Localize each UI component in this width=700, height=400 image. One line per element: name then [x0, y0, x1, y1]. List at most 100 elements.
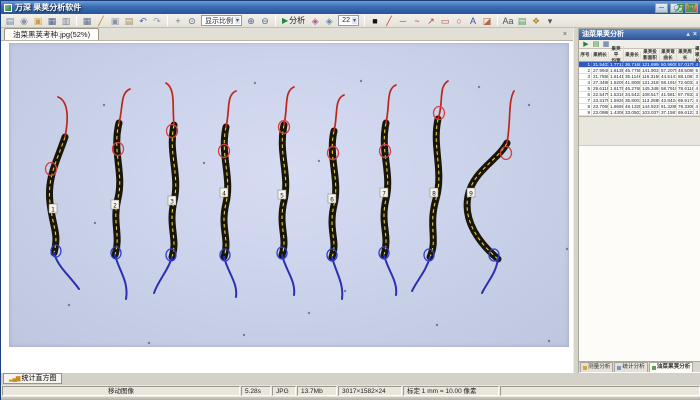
- edit-pen-icon[interactable]: ╱: [94, 15, 108, 27]
- panel-tab-油菜果荚分析[interactable]: 油菜果荚分析: [649, 362, 694, 372]
- font-style-icon[interactable]: Aa: [501, 15, 515, 27]
- copy-icon[interactable]: ▣: [108, 15, 122, 27]
- save-icon[interactable]: ▦: [45, 15, 59, 27]
- pod-label-number: 9: [469, 191, 473, 198]
- font-size-select[interactable]: 22▾: [338, 15, 359, 26]
- pod-beak-trace: [438, 81, 448, 119]
- column-header[interactable]: 果身长: [624, 52, 641, 58]
- table-cell: 27.3488: [592, 80, 609, 85]
- status-format: JPG: [272, 386, 296, 396]
- table-cell: 21.7555: [592, 74, 609, 79]
- table-row[interactable]: 923.09881.430833.0503103.037637.158769.6…: [579, 110, 700, 116]
- dust-speck: [318, 160, 320, 162]
- collapse-icon[interactable]: ▴: [686, 29, 690, 40]
- pod-pedicel-trace: [115, 255, 127, 299]
- analyze-button[interactable]: ▶分析: [279, 15, 308, 27]
- camera-capture-icon[interactable]: ◉: [17, 15, 31, 27]
- pod-beak-trace: [226, 91, 236, 127]
- table-header-row: 序号果柄长果荚平 均宽果身长果荚投 影面积果荚弯 曲长果荚周 长果喙长: [579, 49, 700, 62]
- table-cell: 88.1081: [677, 74, 694, 79]
- more-dropdown-icon[interactable]: ▾: [543, 15, 557, 27]
- dust-speck: [103, 104, 105, 106]
- pod-label-number: 2: [113, 203, 117, 210]
- zoom-ratio-select[interactable]: 显示比例▾: [201, 15, 242, 26]
- palette-icon[interactable]: ❖: [529, 15, 543, 27]
- pod-pedicel-trace: [282, 255, 294, 295]
- pod-body[interactable]: [49, 137, 65, 253]
- document-tab[interactable]: 油菜黑荚考种.jpg(52%): [4, 28, 99, 40]
- status-dimensions: 3017×1582×24: [338, 386, 402, 396]
- pod-beak-trace: [507, 91, 514, 143]
- draw-arrow-icon[interactable]: ↗: [424, 15, 438, 27]
- ruler-tool-icon[interactable]: ◈: [322, 15, 336, 27]
- table-cell: 43.8424: [660, 98, 677, 103]
- column-header[interactable]: 果荚投 影面积: [641, 49, 660, 61]
- pod-beak-trace: [58, 97, 67, 137]
- specimen-photo[interactable]: 123456789: [9, 43, 569, 347]
- pod-pedicel-trace: [332, 257, 342, 299]
- panel-tab-icon: [583, 366, 587, 370]
- status-filler: [500, 386, 700, 396]
- pod-label-number: 4: [222, 191, 226, 198]
- column-header[interactable]: 果柄长: [592, 52, 609, 58]
- table-cell: 1.6659: [609, 104, 624, 109]
- draw-circle-icon[interactable]: ○: [452, 15, 466, 27]
- redo-icon[interactable]: ↷: [150, 15, 164, 27]
- column-header[interactable]: 序号: [579, 52, 592, 58]
- panel-header[interactable]: 油菜果荚分析 ▴×: [579, 29, 700, 40]
- zoom-window-icon[interactable]: ⊙: [185, 15, 199, 27]
- table-cell: 108.5177: [641, 92, 660, 97]
- table-cell: 1.5319: [609, 92, 624, 97]
- save-as-icon[interactable]: ▦: [80, 15, 94, 27]
- zoom-in-icon[interactable]: ⊕: [244, 15, 258, 27]
- status-calibration: 标定 1 mm = 10.00 像素: [403, 386, 499, 396]
- color-swatch[interactable]: ■: [368, 15, 382, 27]
- mark-tool-icon[interactable]: ◈: [308, 15, 322, 27]
- minimize-button[interactable]: ─: [655, 3, 668, 13]
- column-header[interactable]: 果荚弯 曲长: [660, 49, 677, 61]
- toolbar: ▤◉▣▦▥▦╱▣▤↶↷+⊙显示比例▾⊕⊖▶分析◈◈22▾■╱─~↗▭○A◪Aa▤…: [1, 14, 700, 28]
- print-icon[interactable]: ▥: [59, 15, 73, 27]
- table-cell: 44.5141: [660, 74, 677, 79]
- draw-line-icon[interactable]: ─: [396, 15, 410, 27]
- table-cell: 69.9172: [677, 98, 694, 103]
- export-table-icon[interactable]: ▤: [591, 40, 601, 49]
- new-icon[interactable]: ▤: [3, 15, 17, 27]
- table-cell: 58.1919: [660, 80, 677, 85]
- panel-tab-测量分析[interactable]: 测量分析: [580, 362, 613, 372]
- window-title: 万深 果荚分析软件: [15, 2, 653, 13]
- table-cell: 72.6033: [677, 80, 694, 85]
- chevron-down-icon[interactable]: ▾: [352, 17, 357, 24]
- draw-rect-icon[interactable]: ▭: [438, 15, 452, 27]
- undo-icon[interactable]: ↶: [136, 15, 150, 27]
- table-cell: 41.5817: [660, 92, 677, 97]
- close-icon[interactable]: ×: [693, 29, 697, 40]
- table-cell: 7: [579, 98, 592, 103]
- erase-icon[interactable]: ◪: [480, 15, 494, 27]
- pan-hand-icon[interactable]: +: [171, 15, 185, 27]
- dust-speck: [148, 342, 150, 344]
- chevron-down-icon[interactable]: ▾: [235, 17, 240, 24]
- draw-pen-icon[interactable]: ╱: [382, 15, 396, 27]
- text-tool-icon[interactable]: A: [466, 15, 480, 27]
- column-header[interactable]: 果荚周 长: [677, 49, 694, 61]
- draw-curve-icon[interactable]: ~: [410, 15, 424, 27]
- pod-body[interactable]: [467, 143, 507, 259]
- histogram-icon: ▂▄▆: [9, 374, 19, 384]
- results-table[interactable]: 序号果柄长果荚平 均宽果身长果荚投 影面积果荚弯 曲长果荚周 长果喙长121.5…: [579, 49, 700, 117]
- table-cell: 87.7833: [677, 92, 694, 97]
- run-analysis-icon[interactable]: ▶: [581, 40, 591, 49]
- table-cell: 1.5209: [609, 80, 624, 85]
- image-list-icon[interactable]: ▤: [515, 15, 529, 27]
- title-bar[interactable]: 万深 果荚分析软件 ─ □ ×: [1, 1, 700, 14]
- paste-icon[interactable]: ▤: [122, 15, 136, 27]
- pod-label-number: 7: [382, 191, 386, 198]
- table-cell: 27.9948: [592, 68, 609, 73]
- pod-beak-trace: [334, 95, 344, 131]
- table-cell: 1.7713: [609, 62, 624, 67]
- histogram-tab[interactable]: ▂▄▆ 统计直方图: [3, 373, 62, 384]
- tab-close-icon[interactable]: ×: [563, 31, 567, 38]
- zoom-out-icon[interactable]: ⊖: [258, 15, 272, 27]
- open-icon[interactable]: ▣: [31, 15, 45, 27]
- panel-tab-统计分析[interactable]: 统计分析: [614, 362, 647, 372]
